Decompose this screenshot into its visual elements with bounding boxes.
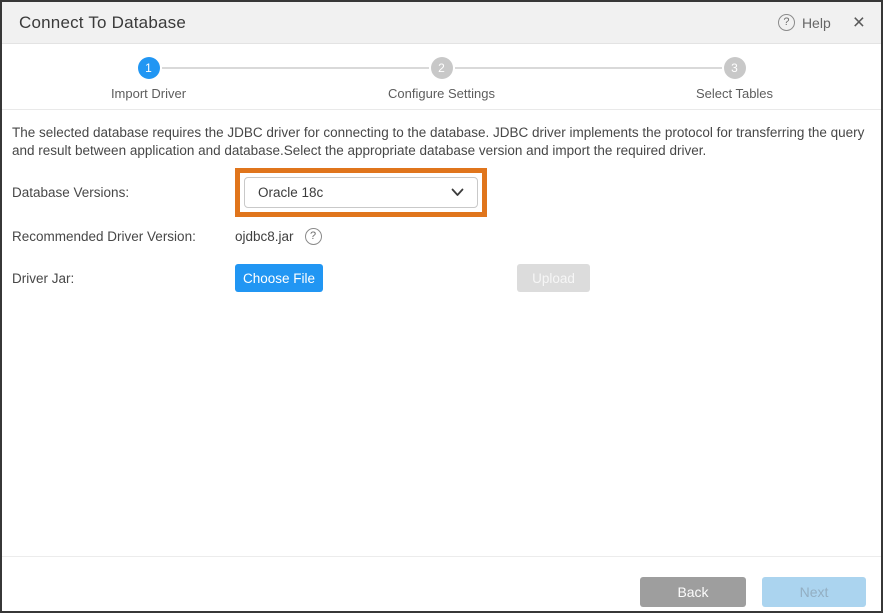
step-import-driver[interactable]: 1 Import Driver [2,57,295,109]
chevron-down-icon [451,188,464,197]
database-versions-row: Database Versions: Oracle 18c [12,168,871,217]
wizard-stepper: 1 Import Driver 2 Configure Settings 3 S… [2,44,881,110]
title-bar-actions: ? Help × [778,12,865,33]
step-select-tables[interactable]: 3 Select Tables [588,57,881,109]
step-3-circle[interactable]: 3 [724,57,746,79]
step-2-label: Configure Settings [388,86,495,101]
highlight-annotation-box: Oracle 18c [235,168,487,217]
close-icon[interactable]: × [853,12,865,33]
driver-help-icon[interactable]: ? [305,228,322,245]
back-button[interactable]: Back [640,577,746,607]
driver-jar-row: Driver Jar: Choose File Upload [12,264,871,292]
dialog-body: The selected database requires the JDBC … [2,110,881,292]
step-1-circle[interactable]: 1 [138,57,160,79]
selected-database-version: Oracle 18c [258,185,323,200]
next-button[interactable]: Next [762,577,866,607]
step-1-label: Import Driver [111,86,186,101]
upload-button[interactable]: Upload [517,264,590,292]
title-bar: Connect To Database ? Help × [2,2,881,44]
recommended-driver-label: Recommended Driver Version: [12,229,235,244]
database-versions-label: Database Versions: [12,185,235,200]
dialog-footer: Back Next [2,556,881,611]
help-button[interactable]: ? Help [778,14,831,31]
help-label: Help [802,15,831,31]
driver-jar-label: Driver Jar: [12,271,235,286]
step-configure-settings[interactable]: 2 Configure Settings [295,57,588,109]
help-circle-icon: ? [778,14,795,31]
recommended-driver-value: ojdbc8.jar [235,229,294,244]
recommended-driver-row: Recommended Driver Version: ojdbc8.jar ? [12,228,871,245]
page-title: Connect To Database [19,13,186,33]
jdbc-description-text: The selected database requires the JDBC … [12,124,871,160]
step-3-label: Select Tables [696,86,773,101]
database-versions-select[interactable]: Oracle 18c [244,177,478,208]
connect-to-database-dialog: Connect To Database ? Help × 1 Import Dr… [0,0,883,613]
step-2-circle[interactable]: 2 [431,57,453,79]
choose-file-button[interactable]: Choose File [235,264,323,292]
